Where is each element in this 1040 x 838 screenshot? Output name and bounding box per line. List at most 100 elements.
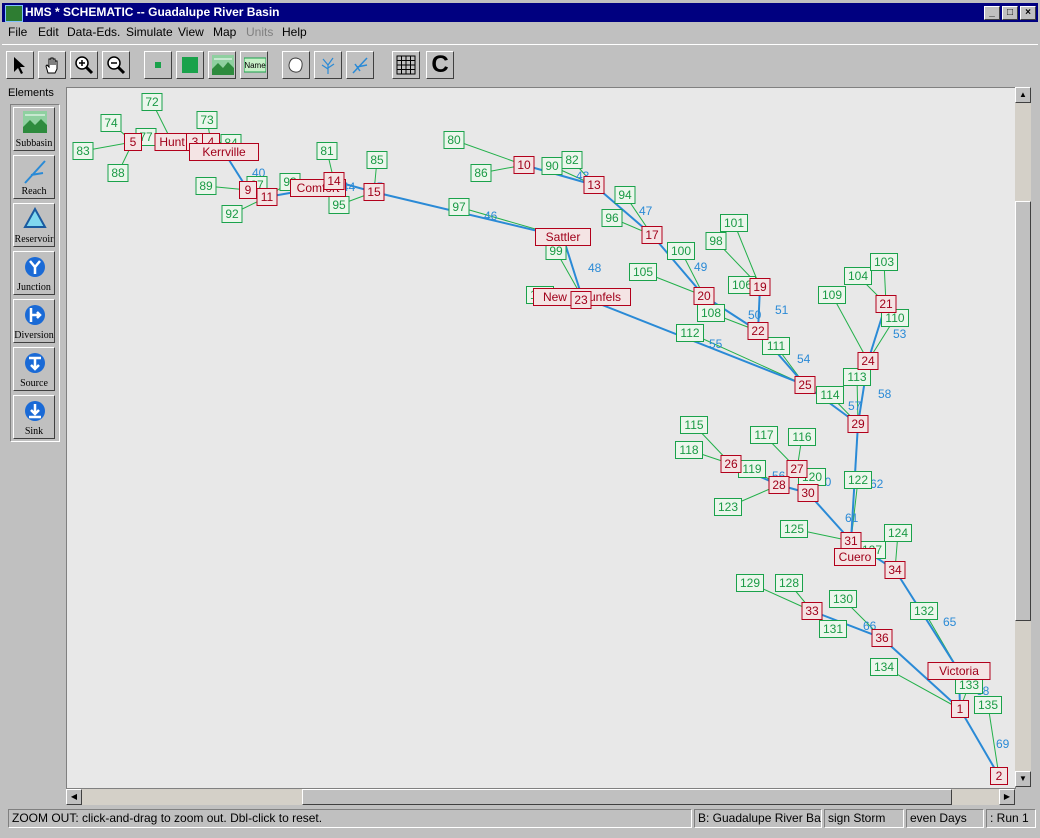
- subbasin-node[interactable]: 109: [818, 286, 846, 304]
- reach-label[interactable]: 53: [893, 327, 907, 341]
- junction-node[interactable]: 13: [583, 176, 605, 194]
- subbasin-node[interactable]: 83: [72, 142, 94, 160]
- subbasin-node[interactable]: 96: [601, 209, 623, 227]
- subbasin-node[interactable]: 116: [788, 428, 816, 446]
- reach-label[interactable]: 46: [484, 209, 498, 223]
- subbasin-node[interactable]: 95: [328, 196, 350, 214]
- subbasin-node[interactable]: 100: [667, 242, 695, 260]
- reach-label[interactable]: 51: [775, 303, 789, 317]
- junction-node[interactable]: 2: [990, 767, 1008, 785]
- menu-file[interactable]: File: [8, 25, 27, 39]
- title-bar[interactable]: HMS * SCHEMATIC -- Guadalupe River Basin…: [2, 3, 1038, 22]
- junction-node[interactable]: 17: [641, 226, 663, 244]
- subbasin-node[interactable]: 73: [196, 111, 218, 129]
- junction-node[interactable]: 26: [720, 455, 742, 473]
- scroll-left-button[interactable]: ◀: [66, 789, 82, 805]
- palette-sink[interactable]: Sink: [13, 395, 55, 439]
- subbasin-node[interactable]: 74: [100, 114, 122, 132]
- junction-node[interactable]: Victoria: [927, 662, 991, 680]
- show-icons-button[interactable]: [208, 51, 236, 79]
- reach-label[interactable]: 58: [878, 387, 892, 401]
- horizontal-scrollbar[interactable]: ◀ ▶: [66, 789, 1015, 805]
- vertical-scroll-thumb[interactable]: [1015, 201, 1031, 621]
- junction-node[interactable]: 15: [363, 183, 385, 201]
- subbasin-node[interactable]: 89: [195, 177, 217, 195]
- menu-simulate[interactable]: Simulate: [126, 25, 173, 39]
- scroll-up-button[interactable]: ▲: [1015, 87, 1031, 103]
- subbasin-node[interactable]: 82: [561, 151, 583, 169]
- subbasin-node[interactable]: 113: [843, 368, 871, 386]
- close-button[interactable]: ×: [1020, 6, 1036, 20]
- large-icons-button[interactable]: [176, 51, 204, 79]
- horizontal-scroll-thumb[interactable]: [302, 789, 952, 805]
- junction-node[interactable]: Sattler: [535, 228, 591, 246]
- subbasin-node[interactable]: 81: [316, 142, 338, 160]
- subbasin-node[interactable]: 85: [366, 151, 388, 169]
- vertical-scrollbar[interactable]: ▲ ▼: [1015, 87, 1031, 787]
- reach-label[interactable]: 48: [588, 261, 602, 275]
- grid-button[interactable]: [392, 51, 420, 79]
- subbasin-node[interactable]: 125: [780, 520, 808, 538]
- subbasin-node[interactable]: 117: [750, 426, 778, 444]
- palette-reach[interactable]: Reach: [13, 155, 55, 199]
- junction-node[interactable]: 36: [871, 629, 893, 647]
- junction-node[interactable]: 10: [513, 156, 535, 174]
- junction-node[interactable]: 23: [570, 291, 592, 309]
- junction-node[interactable]: Cuero: [834, 548, 876, 566]
- junction-node[interactable]: 11: [256, 188, 278, 206]
- palette-junction[interactable]: Junction: [13, 251, 55, 295]
- menu-help[interactable]: Help: [282, 25, 307, 39]
- stream-network-button[interactable]: [314, 51, 342, 79]
- junction-node[interactable]: 31: [840, 532, 862, 550]
- subbasin-node[interactable]: 134: [870, 658, 898, 676]
- select-tool-button[interactable]: [6, 51, 34, 79]
- subbasin-node[interactable]: 135: [974, 696, 1002, 714]
- subbasin-node[interactable]: 108: [697, 304, 725, 322]
- subbasin-node[interactable]: 131: [819, 620, 847, 638]
- subbasin-node[interactable]: 132: [910, 602, 938, 620]
- junction-node[interactable]: 20: [693, 287, 715, 305]
- subbasin-node[interactable]: 88: [107, 164, 129, 182]
- junction-node[interactable]: 9: [239, 181, 257, 199]
- junction-node[interactable]: 5: [124, 133, 142, 151]
- subbasin-node[interactable]: 123: [714, 498, 742, 516]
- junction-node[interactable]: 33: [801, 602, 823, 620]
- junction-node[interactable]: 14: [323, 172, 345, 190]
- junction-node[interactable]: 29: [847, 415, 869, 433]
- subbasin-node[interactable]: 115: [680, 416, 708, 434]
- subbasin-node[interactable]: 118: [675, 441, 703, 459]
- reach-label[interactable]: 55: [709, 337, 723, 351]
- subbasin-node[interactable]: 129: [736, 574, 764, 592]
- scroll-down-button[interactable]: ▼: [1015, 771, 1031, 787]
- small-icons-button[interactable]: [144, 51, 172, 79]
- zoom-out-button[interactable]: [102, 51, 130, 79]
- subbasin-node[interactable]: 112: [676, 324, 704, 342]
- junction-node[interactable]: 25: [794, 376, 816, 394]
- subbasin-node[interactable]: 94: [614, 186, 636, 204]
- subbasin-node[interactable]: 97: [448, 198, 470, 216]
- menu-data-eds[interactable]: Data-Eds.: [67, 25, 120, 39]
- maximize-button[interactable]: □: [1002, 6, 1018, 20]
- junction-node[interactable]: 24: [857, 352, 879, 370]
- menu-map[interactable]: Map: [213, 25, 236, 39]
- reach-label[interactable]: 49: [694, 260, 708, 274]
- reach-label[interactable]: 54: [797, 352, 811, 366]
- junction-node[interactable]: 28: [768, 476, 790, 494]
- subbasin-node[interactable]: 104: [844, 267, 872, 285]
- menu-edit[interactable]: Edit: [38, 25, 59, 39]
- subbasin-node[interactable]: 119: [738, 460, 766, 478]
- subbasin-node[interactable]: 114: [816, 386, 844, 404]
- scroll-right-button[interactable]: ▶: [999, 789, 1015, 805]
- reach-label[interactable]: 69: [996, 737, 1010, 751]
- basin-outline-button[interactable]: [282, 51, 310, 79]
- pan-tool-button[interactable]: [38, 51, 66, 79]
- junction-node[interactable]: 30: [797, 484, 819, 502]
- subbasin-node[interactable]: 103: [870, 253, 898, 271]
- reach-label[interactable]: 47: [639, 204, 653, 218]
- subbasin-node[interactable]: 101: [720, 214, 748, 232]
- subbasin-node[interactable]: 92: [221, 205, 243, 223]
- junction-node[interactable]: 27: [786, 460, 808, 478]
- subbasin-node[interactable]: 72: [141, 93, 163, 111]
- junction-node[interactable]: Kerrville: [189, 143, 259, 161]
- reach-label[interactable]: 62: [870, 477, 884, 491]
